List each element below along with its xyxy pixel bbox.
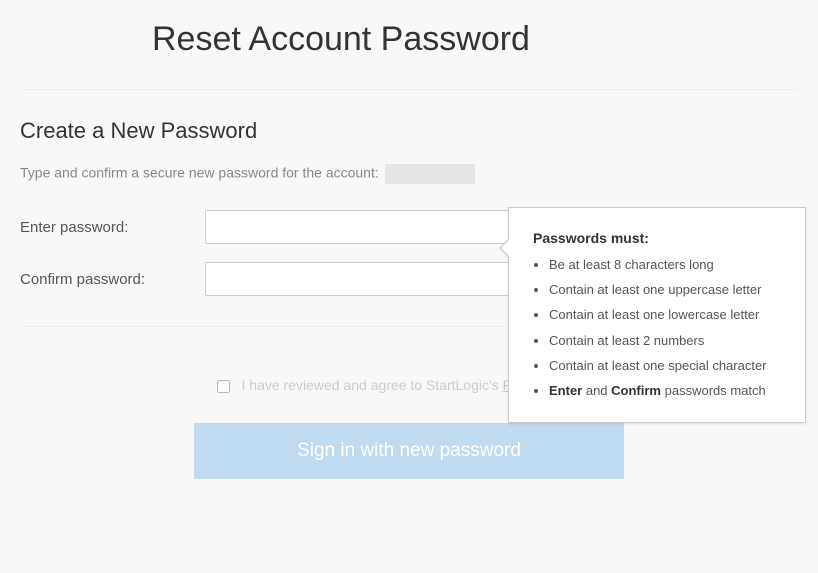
agreement-checkbox[interactable] bbox=[217, 380, 230, 393]
rule-lowercase: Contain at least one lowercase letter bbox=[549, 306, 787, 324]
page-title: Reset Account Password bbox=[0, 0, 818, 59]
enter-password-input[interactable] bbox=[205, 210, 535, 244]
section-title: Create a New Password bbox=[0, 90, 818, 144]
rule-match: Enter and Confirm passwords match bbox=[549, 382, 787, 400]
enter-password-label: Enter password: bbox=[20, 219, 205, 236]
instruction-text: Type and confirm a secure new password f… bbox=[0, 144, 818, 184]
instruction-label: Type and confirm a secure new password f… bbox=[20, 165, 379, 181]
tooltip-rules-list: Be at least 8 characters long Contain at… bbox=[533, 256, 787, 400]
agreement-prefix: I have reviewed and agree to StartLogic'… bbox=[242, 377, 503, 393]
rule-length: Be at least 8 characters long bbox=[549, 256, 787, 274]
sign-in-button[interactable]: Sign in with new password bbox=[194, 423, 624, 479]
rule-numbers: Contain at least 2 numbers bbox=[549, 332, 787, 350]
rule-match-confirm: Confirm bbox=[611, 383, 661, 398]
confirm-password-label: Confirm password: bbox=[20, 271, 205, 288]
rule-match-tail: passwords match bbox=[661, 383, 766, 398]
account-redacted bbox=[385, 164, 475, 184]
password-requirements-tooltip: Passwords must: Be at least 8 characters… bbox=[508, 207, 806, 423]
rule-match-and: and bbox=[582, 383, 611, 398]
tooltip-title: Passwords must: bbox=[533, 230, 787, 246]
rule-uppercase: Contain at least one uppercase letter bbox=[549, 281, 787, 299]
rule-special: Contain at least one special character bbox=[549, 357, 787, 375]
rule-match-enter: Enter bbox=[549, 383, 582, 398]
confirm-password-input[interactable] bbox=[205, 262, 535, 296]
